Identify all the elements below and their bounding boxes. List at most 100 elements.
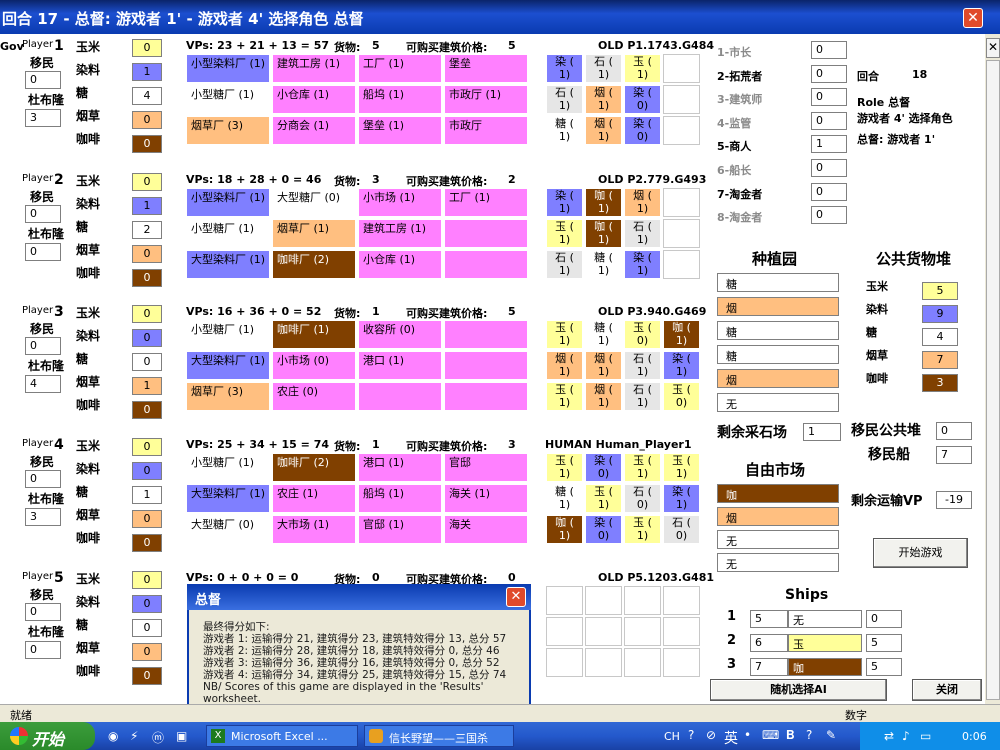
- building-tile[interactable]: 官邸: [444, 453, 528, 482]
- plantation-tile[interactable]: 咖 ( 1): [585, 188, 622, 217]
- role-name[interactable]: 5-商人: [717, 138, 751, 154]
- task-game[interactable]: 信长野望——三国杀: [364, 725, 514, 747]
- plantation-tile[interactable]: 染 ( 0): [624, 85, 661, 114]
- bold-icon[interactable]: 𝐁: [786, 728, 794, 743]
- plantation-tile[interactable]: [663, 116, 700, 145]
- plantation-tile[interactable]: 玉 ( 1): [546, 320, 583, 349]
- building-tile[interactable]: 海关: [444, 515, 528, 544]
- building-tile[interactable]: 工厂 (1): [358, 54, 442, 83]
- building-tile[interactable]: 海关 (1): [444, 484, 528, 513]
- network-icon[interactable]: ⇄: [884, 729, 894, 743]
- building-tile[interactable]: [444, 320, 528, 349]
- plantation-tile[interactable]: [663, 188, 700, 217]
- role-name[interactable]: 2-拓荒者: [717, 68, 762, 84]
- plantation-tile[interactable]: 玉 ( 1): [624, 515, 661, 544]
- plantation-tile[interactable]: 糖 ( 1): [585, 250, 622, 279]
- building-tile[interactable]: 小型糖厂 (1): [186, 85, 270, 114]
- plantation-tile[interactable]: [663, 250, 700, 279]
- quicklaunch-ie-icon[interactable]: ◉: [108, 729, 118, 743]
- close-button[interactable]: 关闭: [912, 679, 982, 701]
- plantation-tile[interactable]: 咖 ( 1): [546, 515, 583, 544]
- building-tile[interactable]: 工厂 (1): [444, 188, 528, 217]
- building-tile[interactable]: 烟草厂 (3): [186, 382, 270, 411]
- building-tile[interactable]: [444, 382, 528, 411]
- role-name[interactable]: 3-建筑师: [717, 91, 762, 107]
- score-dialog-close-icon[interactable]: ✕: [506, 587, 526, 607]
- start-game-button[interactable]: 开始游戏: [873, 538, 968, 568]
- building-tile[interactable]: 堡垒: [444, 54, 528, 83]
- building-tile[interactable]: [358, 382, 442, 411]
- building-tile[interactable]: 大型染料厂 (1): [186, 351, 270, 380]
- building-tile[interactable]: 农庄 (0): [272, 382, 356, 411]
- quicklaunch-m-icon[interactable]: ⓜ: [152, 729, 164, 746]
- plantation-supply-row[interactable]: 烟: [717, 369, 839, 388]
- plantation-supply-row[interactable]: 糖: [717, 321, 839, 340]
- building-tile[interactable]: 船坞 (1): [358, 85, 442, 114]
- building-tile[interactable]: 咖啡厂 (2): [272, 453, 356, 482]
- language-indicator[interactable]: CH: [664, 730, 680, 743]
- building-tile[interactable]: 港口 (1): [358, 453, 442, 482]
- plantation-tile[interactable]: 染 ( 1): [624, 250, 661, 279]
- role-name[interactable]: 4-监管: [717, 115, 751, 131]
- building-tile[interactable]: 市政厅 (1): [444, 85, 528, 114]
- plantation-tile[interactable]: 糖 ( 1): [546, 116, 583, 145]
- market-row[interactable]: 烟: [717, 507, 839, 526]
- plantation-tile[interactable]: 石 ( 0): [663, 515, 700, 544]
- quicklaunch-tool-icon[interactable]: ⚡: [130, 729, 138, 743]
- building-tile[interactable]: 收容所 (0): [358, 320, 442, 349]
- building-tile[interactable]: 小型糖厂 (1): [186, 320, 270, 349]
- building-tile[interactable]: 烟草厂 (1): [272, 219, 356, 248]
- building-tile[interactable]: [444, 351, 528, 380]
- building-tile[interactable]: 小市场 (0): [272, 351, 356, 380]
- plantation-tile[interactable]: 石 ( 1): [585, 54, 622, 83]
- building-tile[interactable]: 小仓库 (1): [272, 85, 356, 114]
- plantation-tile[interactable]: 染 ( 0): [585, 515, 622, 544]
- plantation-tile[interactable]: 烟 ( 1): [546, 351, 583, 380]
- plantation-tile[interactable]: [663, 219, 700, 248]
- building-tile[interactable]: 大型糖厂 (0): [186, 515, 270, 544]
- building-tile[interactable]: 大市场 (1): [272, 515, 356, 544]
- ime-indicator[interactable]: 英: [724, 728, 738, 748]
- no-entry-icon[interactable]: ⊘: [706, 728, 716, 742]
- plantation-tile[interactable]: 玉 ( 1): [624, 453, 661, 482]
- building-tile[interactable]: [444, 219, 528, 248]
- random-ai-button[interactable]: 随机选择AI: [710, 679, 887, 701]
- building-tile[interactable]: 大型染料厂 (1): [186, 250, 270, 279]
- monitor-icon[interactable]: ▭: [920, 729, 931, 743]
- plantation-tile[interactable]: 石 ( 1): [624, 219, 661, 248]
- plantation-tile[interactable]: [663, 85, 700, 114]
- plantation-supply-row[interactable]: 无: [717, 393, 839, 412]
- plantation-tile[interactable]: 玉 ( 1): [585, 484, 622, 513]
- building-tile[interactable]: 港口 (1): [358, 351, 442, 380]
- building-tile[interactable]: 小型糖厂 (1): [186, 219, 270, 248]
- role-name[interactable]: 1-市长: [717, 44, 751, 60]
- building-tile[interactable]: 船坞 (1): [358, 484, 442, 513]
- plantation-tile[interactable]: 石 ( 1): [624, 382, 661, 411]
- building-tile[interactable]: 烟草厂 (3): [186, 116, 270, 145]
- volume-icon[interactable]: ♪: [902, 729, 910, 743]
- plantation-tile[interactable]: 石 ( 1): [546, 250, 583, 279]
- plantation-tile[interactable]: 烟 ( 1): [585, 116, 622, 145]
- window-close-button[interactable]: ✕: [963, 8, 983, 28]
- plantation-tile[interactable]: 染 ( 0): [624, 116, 661, 145]
- plantation-tile[interactable]: [663, 54, 700, 83]
- plantation-tile[interactable]: 染 ( 1): [663, 484, 700, 513]
- plantation-tile[interactable]: 玉 ( 1): [546, 382, 583, 411]
- quicklaunch-app-icon[interactable]: ▣: [176, 729, 187, 743]
- building-tile[interactable]: 堡垒 (1): [358, 116, 442, 145]
- keyboard-icon[interactable]: ⌨: [762, 728, 779, 742]
- building-tile[interactable]: 农庄 (1): [272, 484, 356, 513]
- plantation-tile[interactable]: 烟 ( 1): [585, 85, 622, 114]
- plantation-tile[interactable]: 玉 ( 0): [663, 382, 700, 411]
- sheet-close-icon[interactable]: ✕: [986, 38, 1000, 58]
- plantation-supply-row[interactable]: 烟: [717, 297, 839, 316]
- role-name[interactable]: 7-淘金者: [717, 186, 762, 202]
- building-tile[interactable]: 小型染料厂 (1): [186, 188, 270, 217]
- plantation-tile[interactable]: 石 ( 0): [624, 484, 661, 513]
- building-tile[interactable]: 建筑工房 (1): [272, 54, 356, 83]
- building-tile[interactable]: 咖啡厂 (1): [272, 320, 356, 349]
- vertical-scrollbar[interactable]: [986, 60, 1000, 700]
- building-tile[interactable]: 市政厅: [444, 116, 528, 145]
- building-tile[interactable]: 小型糖厂 (1): [186, 453, 270, 482]
- plantation-tile[interactable]: 染 ( 1): [546, 54, 583, 83]
